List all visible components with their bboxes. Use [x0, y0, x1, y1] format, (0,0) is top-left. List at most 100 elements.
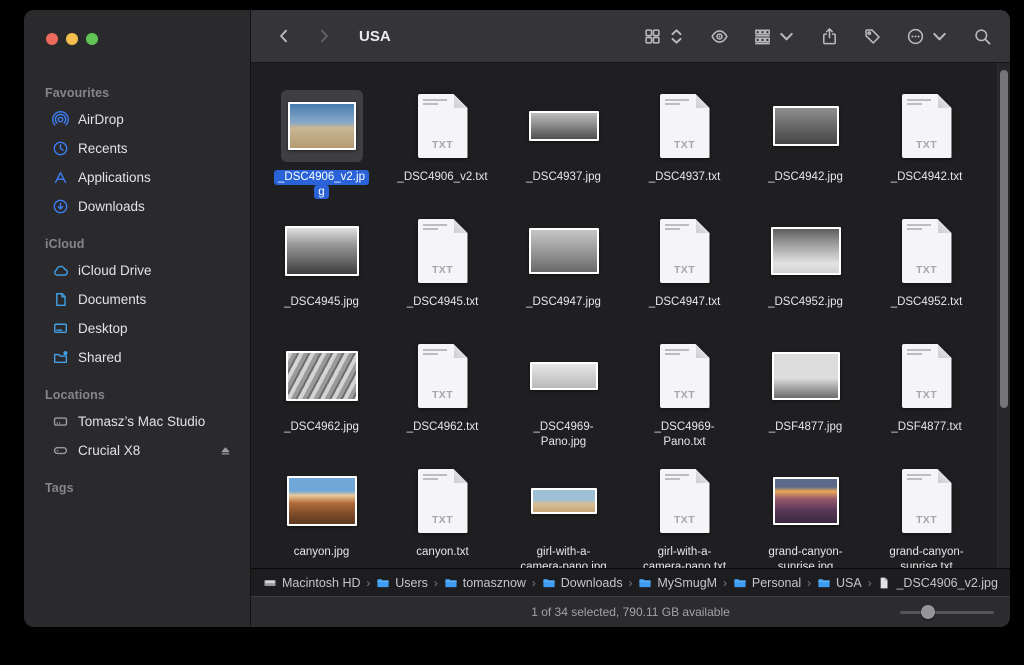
file-item[interactable]: _DSC4906_v2.jpg — [261, 89, 382, 214]
sidebar-section-title: Favourites — [45, 86, 250, 100]
window-title: USA — [359, 28, 391, 45]
sidebar-item-applications[interactable]: Applications — [31, 163, 243, 192]
quick-look-button[interactable] — [710, 27, 729, 46]
file-item[interactable]: canyon.jpg — [261, 464, 382, 568]
txt-badge: TXT — [902, 139, 952, 151]
file-name: _DSF4877.txt — [891, 420, 961, 435]
folder-icon — [542, 576, 556, 590]
file-item[interactable]: TXT _DSF4877.txt — [866, 339, 987, 464]
file-item[interactable]: TXT_DSC4952.txt — [866, 214, 987, 339]
file-item[interactable]: girl-with-a-camera-pano.jpg — [503, 464, 624, 568]
eject-icon[interactable] — [218, 443, 233, 458]
photo-thumbnail — [285, 226, 359, 276]
file-item[interactable]: grand-canyon-sunrise.jpg — [745, 464, 866, 568]
group-by-button[interactable] — [753, 27, 796, 46]
file-item[interactable]: TXT_DSC4942.txt — [866, 89, 987, 214]
slider-knob[interactable] — [921, 605, 935, 619]
txt-file-icon: TXT — [902, 94, 952, 158]
file-item[interactable]: _DSC4947.jpg — [503, 214, 624, 339]
sidebar-item-shared[interactable]: Shared — [31, 343, 243, 372]
breadcrumb-item[interactable]: USA — [817, 576, 862, 590]
breadcrumb-label: Macintosh HD — [282, 576, 361, 590]
view-switcher-button[interactable] — [643, 27, 686, 46]
back-button[interactable] — [275, 27, 293, 45]
toolbar-actions — [643, 27, 992, 46]
group-icon — [753, 27, 772, 46]
breadcrumb-item[interactable]: Macintosh HD — [263, 576, 361, 590]
sidebar-section-title: iCloud — [45, 237, 250, 251]
file-item[interactable]: _DSC4952.jpg — [745, 214, 866, 339]
hard-drive-icon — [263, 576, 277, 590]
txt-file-icon: TXT — [902, 344, 952, 408]
photo-thumbnail — [530, 362, 598, 390]
breadcrumb-label: MySmugM — [657, 576, 717, 590]
sidebar-item-crucial-x8[interactable]: Crucial X8 — [31, 436, 243, 465]
photo-thumbnail — [287, 476, 357, 526]
icon-size-slider[interactable] — [900, 605, 994, 619]
sidebar-item-label: AirDrop — [78, 112, 124, 127]
breadcrumb-label: USA — [836, 576, 862, 590]
magnifier-icon — [973, 27, 992, 46]
file-item[interactable]: _DSF4877.jpg — [745, 339, 866, 464]
file-item[interactable]: _DSC4942.jpg — [745, 89, 866, 214]
sidebar-item-recents[interactable]: Recents — [31, 134, 243, 163]
scrollbar-thumb[interactable] — [1000, 70, 1008, 408]
sidebar-item-label: Shared — [78, 350, 122, 365]
sidebar-item-label: Crucial X8 — [78, 443, 140, 458]
breadcrumb-separator: › — [434, 576, 438, 590]
path-bar: Macintosh HD›Users›tomasznow›Downloads›M… — [251, 568, 1010, 596]
slider-track[interactable] — [900, 611, 994, 614]
file-grid: _DSC4906_v2.jpgTXT_DSC4906_v2.txt_DSC493… — [251, 63, 1010, 568]
file-item[interactable]: TXT_DSC4969-Pano.txt — [624, 339, 745, 464]
breadcrumb-item[interactable]: tomasznow — [444, 576, 526, 590]
breadcrumb-item[interactable]: _DSC4906_v2.jpg — [877, 576, 997, 590]
forward-button[interactable] — [315, 27, 333, 45]
share-button[interactable] — [820, 27, 839, 46]
sidebar-item-icloud-drive[interactable]: iCloud Drive — [31, 256, 243, 285]
sidebar-item-documents[interactable]: Documents — [31, 285, 243, 314]
toolbar: USA — [251, 10, 1010, 63]
breadcrumb-item[interactable]: Personal — [733, 576, 801, 590]
txt-file-icon: TXT — [660, 344, 710, 408]
search-button[interactable] — [973, 27, 992, 46]
file-item[interactable]: TXT_DSC4906_v2.txt — [382, 89, 503, 214]
sidebar-item-tomasz-s-mac-studio[interactable]: Tomasz’s Mac Studio — [31, 407, 243, 436]
file-item[interactable]: _DSC4969-Pano.jpg — [503, 339, 624, 464]
file-item[interactable]: _DSC4962.jpg — [261, 339, 382, 464]
zoom-button[interactable] — [86, 33, 98, 45]
file-name: _DSC4937.txt — [649, 170, 721, 185]
txt-file-icon: TXT — [418, 219, 468, 283]
file-item[interactable]: TXT_DSC4962.txt — [382, 339, 503, 464]
file-item[interactable]: TXTgirl-with-a-camera-pano.txt — [624, 464, 745, 568]
breadcrumb-item[interactable]: MySmugM — [638, 576, 717, 590]
sidebar-item-airdrop[interactable]: AirDrop — [31, 105, 243, 134]
sidebar-item-desktop[interactable]: Desktop — [31, 314, 243, 343]
sidebar-item-label: Downloads — [78, 199, 145, 214]
tags-button[interactable] — [863, 27, 882, 46]
file-item[interactable]: _DSC4945.jpg — [261, 214, 382, 339]
breadcrumb-item[interactable]: Users — [376, 576, 428, 590]
breadcrumb-item[interactable]: Downloads — [542, 576, 623, 590]
scrollbar-track[interactable] — [997, 63, 1010, 568]
txt-file-icon: TXT — [418, 469, 468, 533]
nav-buttons — [275, 27, 333, 45]
file-item[interactable]: _DSC4937.jpg — [503, 89, 624, 214]
file-name: _DSC4947.txt — [649, 295, 721, 310]
file-item[interactable]: TXT_DSC4937.txt — [624, 89, 745, 214]
file-item[interactable]: TXTgrand-canyon-sunrise.txt — [866, 464, 987, 568]
breadcrumb-label: _DSC4906_v2.jpg — [896, 576, 997, 590]
file-name: _DSC4947.jpg — [526, 295, 601, 310]
file-item[interactable]: TXTcanyon.txt — [382, 464, 503, 568]
document-icon — [52, 291, 69, 308]
minimize-button[interactable] — [66, 33, 78, 45]
close-button[interactable] — [46, 33, 58, 45]
file-name: _DSC4945.jpg — [284, 295, 359, 310]
sidebar-item-label: Tomasz’s Mac Studio — [78, 414, 205, 429]
file-item[interactable]: TXT_DSC4947.txt — [624, 214, 745, 339]
more-actions-button[interactable] — [906, 27, 949, 46]
breadcrumb-label: Users — [395, 576, 428, 590]
file-item[interactable]: TXT_DSC4945.txt — [382, 214, 503, 339]
sidebar-item-downloads[interactable]: Downloads — [31, 192, 243, 221]
file-name: girl-with-a-camera-pano.jpg — [520, 545, 606, 568]
share-icon — [820, 27, 839, 46]
